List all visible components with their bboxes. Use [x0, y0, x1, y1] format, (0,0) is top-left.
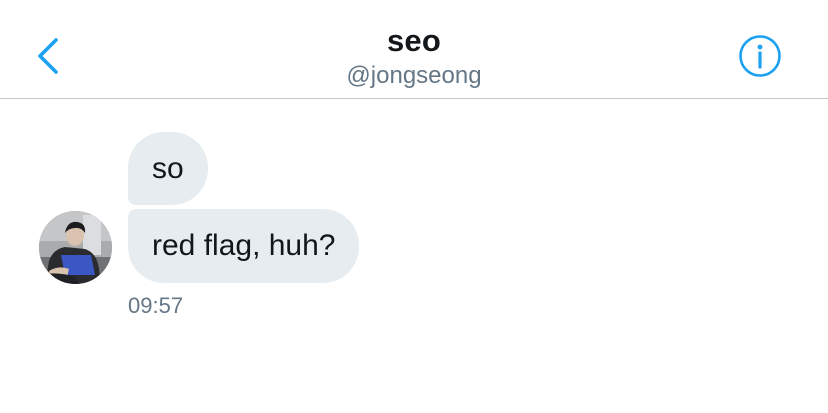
info-button[interactable]	[738, 34, 782, 78]
message-text: so	[152, 152, 184, 185]
message-timestamp: 09:57	[128, 293, 184, 318]
message-text: red flag, huh?	[152, 229, 336, 262]
avatar[interactable]	[39, 211, 112, 284]
chevron-left-icon	[38, 38, 58, 74]
message-bubble[interactable]: red flag, huh?	[128, 209, 360, 283]
conversation-header: seo @jongseong	[0, 0, 828, 99]
dm-conversation-screen: seo @jongseong so red flag, huh? 09:57	[0, 0, 828, 413]
info-circle-icon	[739, 35, 781, 77]
contact-name: seo	[386, 23, 442, 58]
conversation-title-block[interactable]: seo @jongseong	[214, 22, 614, 91]
contact-handle: @jongseong	[346, 62, 482, 89]
profile-photo	[39, 211, 112, 284]
back-button[interactable]	[30, 30, 70, 82]
message-bubble[interactable]: so	[128, 132, 208, 205]
